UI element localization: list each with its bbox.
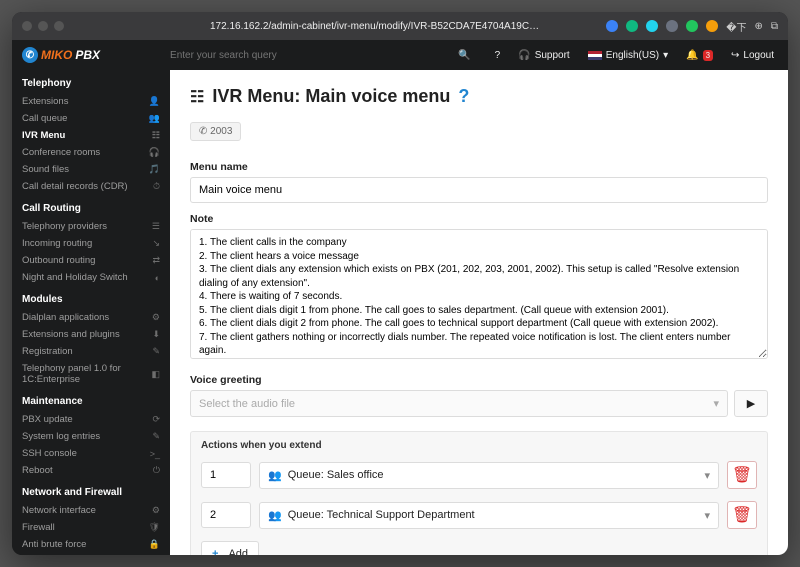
add-action-button[interactable]: + Add — [201, 541, 259, 555]
sidebar-item-icon: ⇄ — [152, 255, 160, 266]
actions-box: Actions when you extend 👥Queue: Sales of… — [190, 431, 768, 555]
label-note: Note — [190, 213, 768, 225]
sidebar-item[interactable]: Firewall🛡 — [12, 519, 170, 536]
trash-icon: 🗑 — [732, 505, 752, 525]
digit-input[interactable] — [201, 502, 251, 528]
section-network: Network and Firewall — [12, 479, 170, 502]
note-textarea[interactable] — [190, 229, 768, 359]
label-actions: Actions when you extend — [191, 432, 767, 455]
extension-tag[interactable]: 2003 — [190, 122, 241, 141]
sidebar-item-icon: ☷ — [152, 130, 160, 141]
delete-button[interactable]: 🗑 — [727, 501, 757, 529]
sidebar-item[interactable]: Network interface⚙ — [12, 502, 170, 519]
sidebar-item-icon: ⬇ — [152, 329, 160, 340]
sidebar-item-icon: ⟳ — [152, 414, 160, 425]
section-system: System — [12, 553, 170, 555]
sidebar-item[interactable]: Sound files🎵 — [12, 161, 170, 178]
sidebar-item-icon: ☰ — [152, 221, 160, 232]
sidebar-item[interactable]: Outbound routing⇄ — [12, 252, 170, 269]
sidebar-item[interactable]: Dialplan applications⚙ — [12, 309, 170, 326]
play-button[interactable]: ▶ — [734, 390, 768, 417]
sidebar-item-icon: 🛡 — [149, 522, 160, 533]
flag-icon — [588, 51, 602, 60]
language-switch[interactable]: English(US) ▾ — [584, 48, 672, 63]
browser-extensions[interactable]: �下 ⊕ ⧉ — [606, 19, 778, 34]
users-icon: 👥 — [268, 509, 282, 522]
sidebar-item[interactable]: Conference rooms🎧 — [12, 144, 170, 161]
sidebar-item-icon: 👤 — [149, 96, 160, 107]
sidebar-item-icon: 🎵 — [149, 164, 160, 175]
sidebar-item-icon: ⏱ — [153, 181, 160, 192]
help-icon[interactable]: ? — [491, 48, 505, 63]
play-icon: ▶ — [747, 397, 755, 410]
section-maintenance: Maintenance — [12, 388, 170, 411]
sidebar-item-icon: ⏻ — [153, 465, 160, 476]
support-link[interactable]: 🎧 Support — [514, 48, 573, 63]
delete-button[interactable]: 🗑 — [727, 461, 757, 489]
users-icon: 👥 — [268, 469, 282, 482]
global-search[interactable]: 🔍 — [170, 50, 471, 61]
menu-name-input[interactable] — [190, 177, 768, 203]
phone-icon: ✆ — [22, 47, 38, 63]
sidebar-item-icon: ⚙ — [152, 505, 160, 516]
content-area: ☷ IVR Menu: Main voice menu ? 2003 Menu … — [170, 70, 788, 555]
voice-file-dropdown[interactable]: Select the audio file ▾ — [190, 390, 728, 417]
digit-input[interactable] — [201, 462, 251, 488]
sidebar-item[interactable]: Call detail records (CDR)⏱ — [12, 178, 170, 195]
target-dropdown[interactable]: 👥Queue: Sales office▾ — [259, 462, 719, 489]
sidebar-item[interactable]: System log entries✎ — [12, 428, 170, 445]
sidebar-item[interactable]: Reboot⏻ — [12, 462, 170, 479]
logo[interactable]: ✆ MIKOPBX — [22, 47, 100, 63]
sidebar-item[interactable]: Extensions and plugins⬇ — [12, 326, 170, 343]
sidebar-item[interactable]: SSH console>_ — [12, 445, 170, 462]
ivr-icon: ☷ — [190, 87, 204, 107]
sidebar-item-icon: ✎ — [152, 346, 160, 357]
sidebar-item[interactable]: Telephony panel 1.0 for 1C:Enterprise◧ — [12, 360, 170, 388]
section-modules: Modules — [12, 286, 170, 309]
chevron-down-icon: ▾ — [704, 469, 710, 482]
sidebar-item[interactable]: Call queue👥 — [12, 110, 170, 127]
trash-icon: 🗑 — [732, 465, 752, 485]
sidebar-item-icon: 🎧 — [149, 147, 160, 158]
sidebar-item-icon: ✎ — [152, 431, 160, 442]
logout-button[interactable]: ↪ Logout — [727, 48, 778, 63]
sidebar-item[interactable]: PBX update⟳ — [12, 411, 170, 428]
sidebar-item[interactable]: Telephony providers☰ — [12, 218, 170, 235]
plus-icon: + — [212, 548, 218, 555]
sidebar-item-icon: ↘ — [152, 238, 160, 249]
search-icon[interactable]: 🔍 — [458, 50, 470, 61]
target-dropdown[interactable]: 👥Queue: Technical Support Department▾ — [259, 502, 719, 529]
sidebar-item[interactable]: Extensions👤 — [12, 93, 170, 110]
sidebar-item[interactable]: Registration✎ — [12, 343, 170, 360]
action-row: 👥Queue: Sales office▾ 🗑 — [191, 455, 767, 495]
action-row: 👥Queue: Technical Support Department▾ 🗑 — [191, 495, 767, 535]
label-voice-greeting: Voice greeting — [190, 374, 768, 386]
sidebar-item-icon: ◐ — [155, 273, 160, 283]
section-telephony: Telephony — [12, 70, 170, 93]
sidebar-item[interactable]: IVR Menu☷ — [12, 127, 170, 144]
sidebar-item-icon: 👥 — [149, 113, 160, 124]
browser-titlebar: 172.16.162.2/admin-cabinet/ivr-menu/modi… — [12, 12, 788, 40]
label-menu-name: Menu name — [190, 161, 768, 173]
sidebar-item-icon: 🔒 — [149, 539, 160, 550]
title-help-icon[interactable]: ? — [458, 86, 469, 107]
page-title: ☷ IVR Menu: Main voice menu ? — [190, 86, 768, 107]
sidebar-item-icon: >_ — [150, 449, 160, 459]
sidebar-item-icon: ⚙ — [152, 312, 160, 323]
sidebar-item[interactable]: Incoming routing↘ — [12, 235, 170, 252]
sidebar-item[interactable]: Night and Holiday Switch◐ — [12, 269, 170, 286]
section-routing: Call Routing — [12, 195, 170, 218]
chevron-down-icon: ▾ — [704, 509, 710, 522]
window-controls[interactable] — [22, 21, 64, 31]
search-input[interactable] — [170, 50, 458, 61]
app-topbar: ✆ MIKOPBX 🔍 ? 🎧 Support English(US) ▾ 🔔 … — [12, 40, 788, 70]
sidebar: Telephony Extensions👤Call queue👥IVR Menu… — [12, 70, 170, 555]
sidebar-item[interactable]: Anti brute force🔒 — [12, 536, 170, 553]
address-bar[interactable]: 172.16.162.2/admin-cabinet/ivr-menu/modi… — [150, 21, 600, 32]
sidebar-item-icon: ◧ — [151, 369, 160, 380]
notifications-button[interactable]: 🔔 3 — [682, 48, 717, 63]
chevron-down-icon: ▾ — [713, 397, 719, 410]
